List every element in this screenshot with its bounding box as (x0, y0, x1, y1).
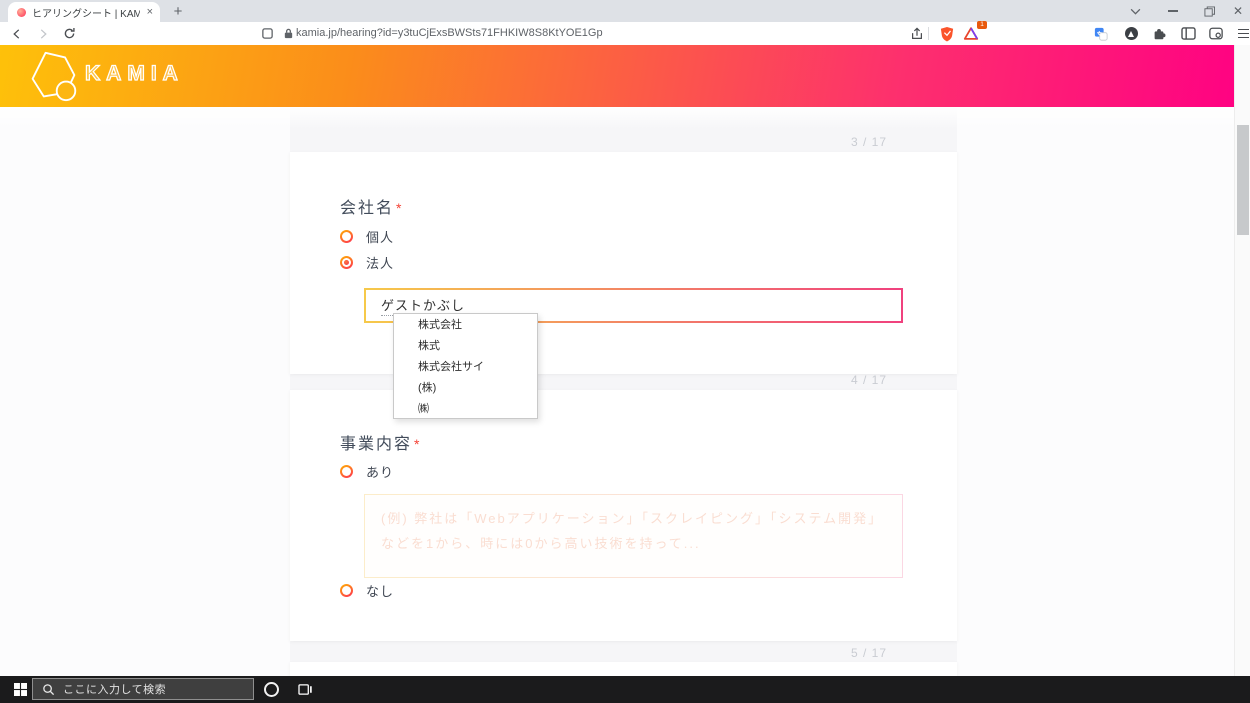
extensions-puzzle-icon[interactable] (1148, 22, 1170, 45)
radio-icon[interactable] (340, 465, 353, 478)
question-title: 会社名 * (340, 194, 403, 218)
page-scrollbar[interactable] (1234, 45, 1250, 676)
task-view-icon (297, 684, 312, 695)
radio-option-nashi[interactable]: なし (340, 581, 394, 600)
radio-icon[interactable] (340, 584, 353, 597)
menu-icon[interactable] (1232, 22, 1250, 45)
windows-taskbar: ここに入力して検索 (0, 676, 1250, 703)
browser-tab[interactable]: ヒアリングシート | KAMIA × (8, 2, 160, 22)
radio-option-kojin[interactable]: 個人 (340, 227, 394, 246)
required-asterisk: * (396, 200, 404, 216)
tab-search-chevron-icon[interactable] (1122, 0, 1148, 22)
browser-tabstrip: ヒアリングシート | KAMIA × + ✕ (0, 0, 1250, 22)
tab-favicon-icon (17, 7, 26, 17)
translate-icon[interactable] (1090, 22, 1112, 45)
task-view-button[interactable] (290, 676, 320, 703)
form-page: 3 / 17 会社名 * 個人 法人 ゲスト かぶし 株式会社 株式 株式会社サイ … (0, 107, 1234, 676)
window-close-button[interactable]: ✕ (1226, 0, 1250, 22)
tab-close-icon[interactable]: × (147, 6, 153, 18)
reload-icon[interactable] (58, 22, 80, 45)
taskbar-search-box[interactable]: ここに入力して検索 (32, 678, 254, 700)
cortana-button[interactable] (256, 676, 286, 703)
new-tab-button[interactable]: + (168, 2, 188, 22)
radio-option-ari[interactable]: あり (340, 462, 394, 481)
adblock-extension-icon[interactable]: 1 (960, 21, 987, 45)
lock-icon[interactable] (281, 22, 295, 45)
kamia-logo-icon (25, 50, 81, 107)
question-counter: 3 / 17 (850, 135, 887, 149)
ime-candidate[interactable]: ㈱ (394, 397, 537, 418)
question-title: 事業内容 * (340, 430, 421, 454)
forward-icon[interactable] (32, 22, 54, 45)
window-restore-button[interactable] (1194, 0, 1224, 22)
required-asterisk: * (414, 436, 422, 452)
window-minimize-button[interactable] (1158, 0, 1188, 22)
site-header: KAMIA (0, 45, 1250, 107)
screen: ヒアリングシート | KAMIA × + ✕ kamia.jp/hearing?… (0, 0, 1250, 703)
extension-badge: 1 (977, 21, 987, 29)
question-title-text: 事業内容 (340, 436, 413, 453)
back-icon[interactable] (6, 22, 28, 45)
minimize-icon (1168, 10, 1178, 12)
search-icon (43, 683, 55, 695)
profile-icon[interactable] (1205, 22, 1227, 45)
radio-label: あり (366, 465, 395, 480)
business-description-textarea[interactable] (364, 494, 903, 578)
question-title-text: 会社名 (340, 200, 395, 217)
ime-candidate[interactable]: 株式 (394, 335, 537, 356)
browser-toolbar: kamia.jp/hearing?id=y3tuCjExsBWSts71FHKI… (0, 21, 1250, 45)
question-card-company-name: 会社名 * 個人 法人 ゲスト かぶし (290, 152, 957, 374)
windows-logo-icon (13, 683, 27, 696)
search-placeholder: ここに入力して検索 (63, 684, 167, 696)
question-card-business: 事業内容* あり なし (290, 390, 957, 641)
brand-name: KAMIA (84, 61, 184, 85)
sidebar-icon[interactable] (1177, 22, 1199, 45)
radio-option-houjin[interactable]: 法人 (340, 253, 394, 272)
radio-icon[interactable] (340, 230, 353, 243)
tab-title: ヒアリングシート | KAMIA (32, 8, 140, 20)
rewards-triangle-icon (1124, 27, 1138, 40)
ime-candidate-window: 株式会社 株式 株式会社サイ (株) ㈱ (393, 313, 538, 419)
cortana-icon (263, 682, 279, 697)
radio-selected-icon[interactable] (340, 256, 353, 269)
radio-label: 法人 (366, 256, 395, 271)
share-icon[interactable] (906, 22, 928, 45)
ime-candidate[interactable]: (株) (394, 376, 537, 397)
radio-label: 個人 (366, 230, 395, 245)
toolbar-divider (928, 27, 929, 40)
brave-shield-icon[interactable] (936, 22, 958, 45)
question-counter: 5 / 17 (850, 646, 887, 660)
reading-list-icon[interactable] (256, 22, 278, 45)
header-fade (0, 107, 1234, 129)
brave-rewards-icon[interactable] (1120, 22, 1142, 45)
scrollbar-thumb[interactable] (1237, 125, 1249, 235)
ime-candidate[interactable]: 株式会社 (394, 314, 537, 335)
hamburger-bars (1237, 28, 1249, 39)
ime-candidate[interactable]: 株式会社サイ (394, 356, 537, 377)
radio-label: なし (366, 584, 395, 599)
question-card-next (290, 662, 957, 676)
question-counter: 4 / 17 (850, 373, 887, 387)
url-bar[interactable]: kamia.jp/hearing?id=y3tuCjExsBWSts71FHKI… (296, 22, 603, 45)
